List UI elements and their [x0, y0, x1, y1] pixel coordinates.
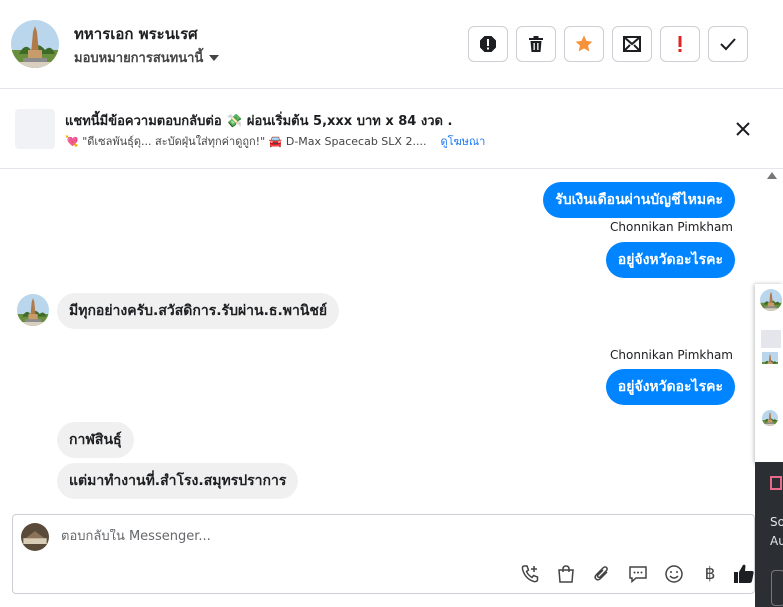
ad-subtitle: 💘 "ดีเซลพันธุ์ดุ... สะบัดฝุ่นใส่ทุกค่าดู…: [65, 135, 427, 148]
side-placeholder: [761, 330, 781, 348]
contact-name[interactable]: ทหารเอก พระนเรศ: [74, 22, 198, 46]
contact-avatar-small: [17, 294, 49, 326]
sender-name: Chonnikan Pimkham: [610, 348, 733, 362]
reply-input[interactable]: [61, 529, 701, 544]
contact-avatar[interactable]: [11, 20, 59, 68]
outgoing-message[interactable]: อยู่จังหวัดอะไรคะ: [605, 242, 735, 278]
scroll-up-arrow-icon[interactable]: [767, 172, 777, 179]
add-call-button[interactable]: [519, 563, 541, 585]
outgoing-message[interactable]: อยู่จังหวัดอะไรคะ: [605, 369, 735, 405]
like-button[interactable]: [733, 563, 755, 585]
side-avatar: [760, 289, 782, 311]
trash-icon: [529, 36, 543, 52]
ad-thumbnail: [15, 109, 55, 149]
baht-icon: ฿: [704, 564, 716, 584]
side-text: Au: [770, 534, 783, 548]
attach-button[interactable]: [591, 563, 613, 585]
side-text: So: [770, 515, 783, 529]
star-button[interactable]: [564, 26, 604, 62]
paperclip-icon: [594, 566, 608, 581]
close-icon[interactable]: [734, 120, 752, 138]
add-call-icon: [521, 565, 539, 583]
side-dark-panel: So Au: [755, 462, 783, 607]
emoji-icon: [665, 565, 683, 583]
check-icon: [720, 38, 736, 51]
payment-button[interactable]: ฿: [699, 563, 721, 585]
side-button[interactable]: [771, 570, 783, 606]
side-avatar: [762, 410, 778, 426]
spam-button[interactable]: [660, 26, 700, 62]
message-thread: รับเงินเดือนผ่านบัญชีไหมคะ Chonnikan Pim…: [0, 170, 755, 510]
ad-title: แชทนี้มีข้อความตอบกลับต่อ 💸 ผ่อนเริ่มต้น…: [65, 114, 453, 129]
emoji-button[interactable]: [663, 563, 685, 585]
caret-down-icon: [209, 54, 220, 61]
view-ad-link[interactable]: ดูโฆษณา: [440, 132, 485, 150]
incoming-message[interactable]: กาฬสินธุ์: [57, 422, 134, 458]
assign-label: มอบหมายการสนทนานี้: [74, 51, 204, 66]
delete-button[interactable]: [516, 26, 556, 62]
exclamation-icon: [678, 36, 682, 52]
chat-bubble-icon: [629, 566, 647, 584]
thumbs-up-icon: [734, 564, 754, 583]
shopping-bag-icon: [558, 565, 574, 583]
mail-icon: [623, 36, 641, 52]
report-icon: [480, 36, 496, 52]
conversation-header: ทหารเอก พระนเรศ มอบหมายการสนทนานี้: [0, 0, 783, 89]
mark-unread-button[interactable]: [612, 26, 652, 62]
star-icon: [575, 35, 593, 52]
mark-done-button[interactable]: [708, 26, 748, 62]
page-avatar: [21, 523, 49, 551]
ad-subtitle-row: 💘 "ดีเซลพันธุ์ดุ... สะบัดฝุ่นใส่ทุกค่าดู…: [65, 132, 485, 150]
reply-composer: ฿: [12, 514, 755, 594]
document-icon: [770, 476, 782, 490]
side-avatar: [762, 352, 778, 364]
assign-conversation-dropdown[interactable]: มอบหมายการสนทนานี้: [74, 47, 220, 68]
side-panel-peek: [755, 284, 783, 464]
sender-name: Chonnikan Pimkham: [610, 220, 733, 234]
incoming-message[interactable]: มีทุกอย่างครับ.สวัสดิการ.รับผ่าน.ธ.พานิช…: [57, 293, 340, 329]
report-button[interactable]: [468, 26, 508, 62]
saved-replies-button[interactable]: [627, 563, 649, 585]
incoming-message[interactable]: แต่มาทำงานที่.สำโรง.สมุทรปราการ: [57, 463, 299, 499]
shop-button[interactable]: [555, 563, 577, 585]
ad-context-banner: แชทนี้มีข้อความตอบกลับต่อ 💸 ผ่อนเริ่มต้น…: [0, 89, 783, 169]
outgoing-message[interactable]: รับเงินเดือนผ่านบัญชีไหมคะ: [543, 182, 735, 218]
